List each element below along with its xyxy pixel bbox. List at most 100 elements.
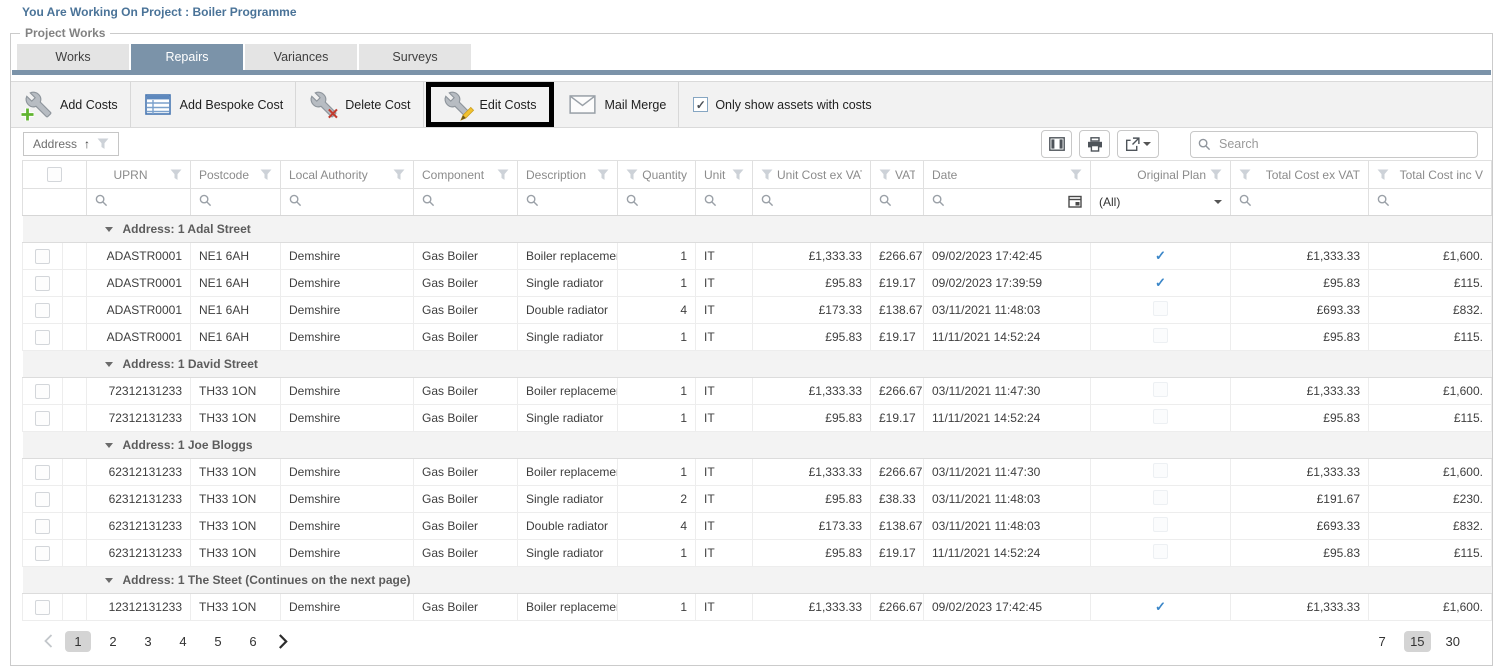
- filter-cell-postcode[interactable]: [191, 189, 281, 216]
- filter-icon[interactable]: [170, 169, 182, 181]
- filter-cell-local-authority[interactable]: [281, 189, 414, 216]
- page-button-2[interactable]: 2: [100, 631, 126, 652]
- original-plan-checkbox[interactable]: [1153, 544, 1168, 559]
- row-checkbox[interactable]: [35, 492, 50, 507]
- filter-icon[interactable]: [497, 169, 509, 181]
- cell-total-inc: £1,600.: [1369, 459, 1492, 486]
- original-plan-checkbox[interactable]: [1153, 463, 1168, 478]
- filter-cell-uprn[interactable]: [87, 189, 191, 216]
- only-show-assets-toggle[interactable]: ✓ Only show assets with costs: [679, 82, 885, 127]
- filter-icon[interactable]: [597, 169, 609, 181]
- filter-icon[interactable]: [761, 169, 773, 181]
- group-by-address-chip[interactable]: Address ↑: [23, 132, 119, 156]
- column-header-total-cost-inc-v[interactable]: Total Cost inc V: [1369, 161, 1492, 189]
- page-button-6[interactable]: 6: [240, 631, 266, 652]
- column-header-quantity[interactable]: Quantity: [618, 161, 696, 189]
- column-header-postcode[interactable]: Postcode: [191, 161, 281, 189]
- select-all-checkbox[interactable]: [47, 167, 62, 182]
- row-checkbox[interactable]: [35, 411, 50, 426]
- filter-icon[interactable]: [1210, 169, 1222, 181]
- column-header-component[interactable]: Component: [414, 161, 518, 189]
- tab-surveys[interactable]: Surveys: [359, 44, 471, 70]
- page-size-button-15[interactable]: 15: [1404, 631, 1430, 652]
- row-checkbox[interactable]: [35, 249, 50, 264]
- column-chooser-button[interactable]: [1041, 130, 1072, 158]
- column-header-vat[interactable]: VAT: [871, 161, 924, 189]
- mail-merge-button[interactable]: Mail Merge: [556, 82, 679, 127]
- original-plan-checkbox[interactable]: [1153, 490, 1168, 505]
- prev-page-button[interactable]: [41, 634, 56, 648]
- filter-icon[interactable]: [1377, 169, 1389, 181]
- original-plan-check-icon[interactable]: ✓: [1155, 275, 1166, 290]
- original-plan-checkbox[interactable]: [1153, 301, 1168, 316]
- original-plan-check-icon[interactable]: ✓: [1155, 248, 1166, 263]
- tab-repairs[interactable]: Repairs: [131, 44, 243, 70]
- next-page-button[interactable]: [275, 634, 291, 649]
- page-button-5[interactable]: 5: [205, 631, 231, 652]
- column-header-unit-cost-ex-vat[interactable]: Unit Cost ex VAT: [753, 161, 871, 189]
- original-plan-checkbox[interactable]: [1153, 382, 1168, 397]
- column-header-original-plan[interactable]: Original Plan: [1091, 161, 1231, 189]
- only-show-label: Only show assets with costs: [715, 98, 871, 112]
- cell-unit: IT: [696, 540, 753, 567]
- original-plan-checkbox[interactable]: [1153, 517, 1168, 532]
- calendar-icon[interactable]: [1068, 194, 1082, 211]
- search-input[interactable]: [1190, 131, 1478, 158]
- only-show-checkbox[interactable]: ✓: [693, 97, 708, 112]
- filter-cell-quantity[interactable]: [618, 189, 696, 216]
- collapse-icon[interactable]: [105, 443, 113, 448]
- filter-icon[interactable]: [732, 169, 744, 181]
- collapse-icon[interactable]: [105, 578, 113, 583]
- filter-icon[interactable]: [626, 169, 638, 181]
- filter-icon[interactable]: [393, 169, 405, 181]
- filter-cell-unit[interactable]: [696, 189, 753, 216]
- row-checkbox[interactable]: [35, 303, 50, 318]
- column-header-description[interactable]: Description: [518, 161, 618, 189]
- add-bespoke-cost-button[interactable]: Add Bespoke Cost: [131, 82, 296, 127]
- page-size-button-30[interactable]: 30: [1440, 631, 1466, 652]
- row-checkbox[interactable]: [35, 276, 50, 291]
- cell-quantity: 1: [618, 324, 696, 351]
- tab-variances[interactable]: Variances: [245, 44, 357, 70]
- column-header-date[interactable]: Date: [924, 161, 1091, 189]
- original-plan-check-icon[interactable]: ✓: [1155, 599, 1166, 614]
- filter-cell-component[interactable]: [414, 189, 518, 216]
- column-header-uprn[interactable]: UPRN: [87, 161, 191, 189]
- row-checkbox[interactable]: [35, 519, 50, 534]
- row-checkbox[interactable]: [35, 600, 50, 615]
- column-header-total-cost-ex-vat[interactable]: Total Cost ex VAT: [1231, 161, 1369, 189]
- tab-works[interactable]: Works: [17, 44, 129, 70]
- page-button-3[interactable]: 3: [135, 631, 161, 652]
- row-checkbox[interactable]: [35, 330, 50, 345]
- filter-cell-description[interactable]: [518, 189, 618, 216]
- filter-cell-date[interactable]: [924, 189, 1091, 216]
- page-button-1[interactable]: 1: [65, 631, 91, 652]
- export-button[interactable]: [1117, 130, 1159, 158]
- original-plan-checkbox[interactable]: [1153, 409, 1168, 424]
- row-checkbox[interactable]: [35, 465, 50, 480]
- print-button[interactable]: [1079, 130, 1110, 158]
- add-costs-button[interactable]: Add Costs: [11, 82, 130, 127]
- filter-icon[interactable]: [260, 169, 272, 181]
- collapse-icon[interactable]: [105, 362, 113, 367]
- filter-cell-total-cost-ex-vat[interactable]: [1231, 189, 1369, 216]
- filter-icon[interactable]: [97, 138, 109, 150]
- dropdown-caret-icon[interactable]: [1214, 200, 1222, 204]
- filter-cell-unit-cost-ex-vat[interactable]: [753, 189, 871, 216]
- filter-cell-total-cost-inc-v[interactable]: [1369, 189, 1492, 216]
- edit-costs-button[interactable]: Edit Costs: [431, 87, 549, 122]
- column-header-local-authority[interactable]: Local Authority: [281, 161, 414, 189]
- delete-cost-button[interactable]: ✕ Delete Cost: [296, 82, 422, 127]
- filter-icon[interactable]: [1070, 169, 1082, 181]
- page-button-4[interactable]: 4: [170, 631, 196, 652]
- filter-icon[interactable]: [1239, 169, 1251, 181]
- row-checkbox[interactable]: [35, 384, 50, 399]
- collapse-icon[interactable]: [105, 227, 113, 232]
- filter-icon[interactable]: [879, 169, 891, 181]
- column-header-unit[interactable]: Unit: [696, 161, 753, 189]
- filter-cell-vat[interactable]: [871, 189, 924, 216]
- original-plan-checkbox[interactable]: [1153, 328, 1168, 343]
- page-size-button-7[interactable]: 7: [1369, 631, 1395, 652]
- row-checkbox[interactable]: [35, 546, 50, 561]
- filter-cell-original-plan[interactable]: (All): [1091, 189, 1231, 216]
